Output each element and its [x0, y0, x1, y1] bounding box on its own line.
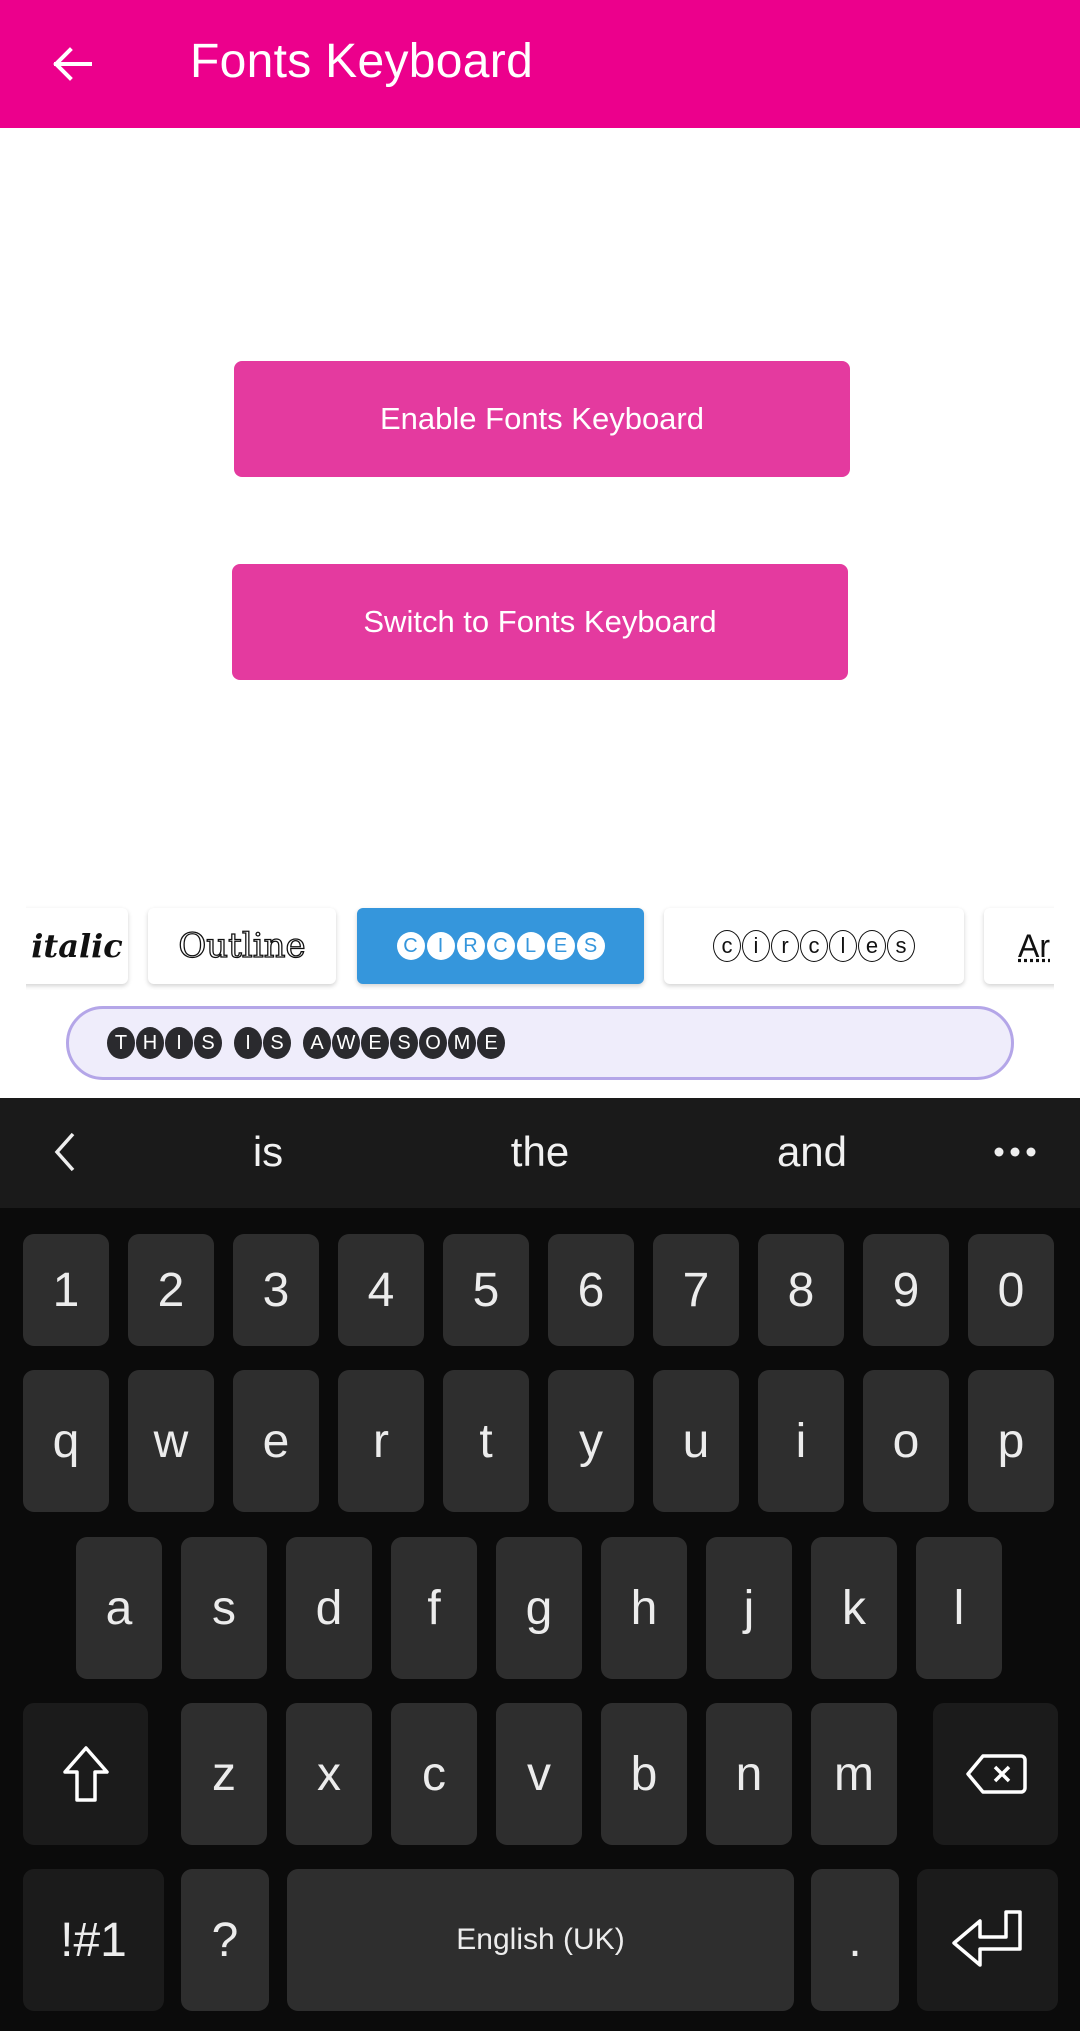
font-style-filled-circles[interactable]: CIRCLES [357, 908, 644, 984]
circled-letter: S [576, 932, 605, 960]
shift-arrow-icon [62, 1746, 109, 1802]
symbols-key[interactable]: !#1 [23, 1869, 164, 2011]
font-style-outline-circles[interactable]: circles [664, 908, 964, 984]
key-v[interactable]: v [496, 1703, 582, 1845]
circled-letter: i [742, 930, 770, 962]
circled-letter: I [165, 1027, 193, 1059]
back-button[interactable] [44, 36, 100, 92]
key-6[interactable]: 6 [548, 1234, 634, 1346]
suggestion-bar: is the and [0, 1098, 1080, 1208]
circled-letter: O [419, 1027, 447, 1059]
keyboard: is the and 1234567890 qwertyuiop asdfghjkl… [0, 1098, 1080, 2031]
circled-letter: s [887, 930, 915, 962]
key-w[interactable]: w [128, 1370, 214, 1512]
key-x[interactable]: x [286, 1703, 372, 1845]
key-i[interactable]: i [758, 1370, 844, 1512]
key-y[interactable]: y [548, 1370, 634, 1512]
key-n[interactable]: n [706, 1703, 792, 1845]
circled-letter: c [800, 930, 828, 962]
arrow-left-icon [53, 47, 92, 81]
font-style-label: Outline [178, 925, 307, 966]
font-style-arrows[interactable]: Ar [984, 908, 1054, 984]
circled-letter: e [858, 930, 886, 962]
switch-fonts-keyboard-button[interactable]: Switch to Fonts Keyboard [232, 564, 848, 680]
key-0[interactable]: 0 [968, 1234, 1054, 1346]
key-5[interactable]: 5 [443, 1234, 529, 1346]
circled-letter: S [390, 1027, 418, 1059]
circled-letter: W [332, 1027, 360, 1059]
circled-letter: r [771, 930, 799, 962]
enter-key[interactable] [917, 1869, 1058, 2011]
key-p[interactable]: p [968, 1370, 1054, 1512]
circled-letter: S [263, 1027, 291, 1059]
suggestion-word[interactable]: and [712, 1120, 912, 1184]
font-style-label: italic [31, 927, 123, 965]
key-r[interactable]: r [338, 1370, 424, 1512]
key-q[interactable]: q [23, 1370, 109, 1512]
font-style-outline[interactable]: Outline [148, 908, 336, 984]
key-2[interactable]: 2 [128, 1234, 214, 1346]
key-d[interactable]: d [286, 1537, 372, 1679]
circled-letter: T [107, 1027, 135, 1059]
circled-letter: H [136, 1027, 164, 1059]
suggestion-word[interactable]: is [168, 1120, 368, 1184]
key-l[interactable]: l [916, 1537, 1002, 1679]
key-4[interactable]: 4 [338, 1234, 424, 1346]
app-bar: Fonts Keyboard [0, 0, 1080, 128]
key-o[interactable]: o [863, 1370, 949, 1512]
more-suggestions-button[interactable] [980, 1120, 1050, 1184]
key-7[interactable]: 7 [653, 1234, 739, 1346]
key-9[interactable]: 9 [863, 1234, 949, 1346]
key-j[interactable]: j [706, 1537, 792, 1679]
key-a[interactable]: a [76, 1537, 162, 1679]
circled-letter: R [456, 932, 485, 960]
key-h[interactable]: h [601, 1537, 687, 1679]
period-key[interactable]: . [811, 1869, 899, 2011]
key-e[interactable]: e [233, 1370, 319, 1512]
key-b[interactable]: b [601, 1703, 687, 1845]
key-8[interactable]: 8 [758, 1234, 844, 1346]
circled-letter: I [234, 1027, 262, 1059]
key-t[interactable]: t [443, 1370, 529, 1512]
circled-letter: M [448, 1027, 476, 1059]
key-f[interactable]: f [391, 1537, 477, 1679]
circled-letter: C [486, 932, 515, 960]
enable-fonts-keyboard-button[interactable]: Enable Fonts Keyboard [234, 361, 850, 477]
key-c[interactable]: c [391, 1703, 477, 1845]
circled-letter: l [829, 930, 857, 962]
font-style-strip[interactable]: italic Outline CIRCLES circles Ar [26, 898, 1054, 990]
chevron-left-icon [54, 1132, 75, 1172]
font-style-italic[interactable]: italic [26, 908, 128, 984]
circled-letter: L [516, 932, 545, 960]
circled-letter: E [477, 1027, 505, 1059]
key-g[interactable]: g [496, 1537, 582, 1679]
space-key[interactable]: English (UK) [287, 1869, 794, 2011]
key-3[interactable]: 3 [233, 1234, 319, 1346]
circled-letter: c [713, 930, 741, 962]
suggestion-word[interactable]: the [440, 1120, 640, 1184]
enter-return-icon [951, 1910, 1022, 1967]
backspace-icon [965, 1754, 1027, 1794]
key-u[interactable]: u [653, 1370, 739, 1512]
key-m[interactable]: m [811, 1703, 897, 1845]
key-s[interactable]: s [181, 1537, 267, 1679]
font-style-label: Ar [1018, 927, 1050, 964]
page-title: Fonts Keyboard [190, 35, 534, 88]
circled-letter: C [396, 932, 425, 960]
preview-text-input[interactable]: THISISAWESOME [66, 1006, 1014, 1080]
key-k[interactable]: k [811, 1537, 897, 1679]
circled-letter: A [303, 1027, 331, 1059]
more-horizontal-icon [994, 1147, 1036, 1157]
question-mark-key[interactable]: ? [181, 1869, 269, 2011]
collapse-suggestions-button[interactable] [40, 1120, 90, 1184]
key-1[interactable]: 1 [23, 1234, 109, 1346]
circled-letter: E [361, 1027, 389, 1059]
circled-letter: S [194, 1027, 222, 1059]
circled-letter: I [426, 932, 455, 960]
shift-key[interactable] [23, 1703, 148, 1845]
backspace-key[interactable] [933, 1703, 1058, 1845]
circled-letter: E [546, 932, 575, 960]
key-z[interactable]: z [181, 1703, 267, 1845]
